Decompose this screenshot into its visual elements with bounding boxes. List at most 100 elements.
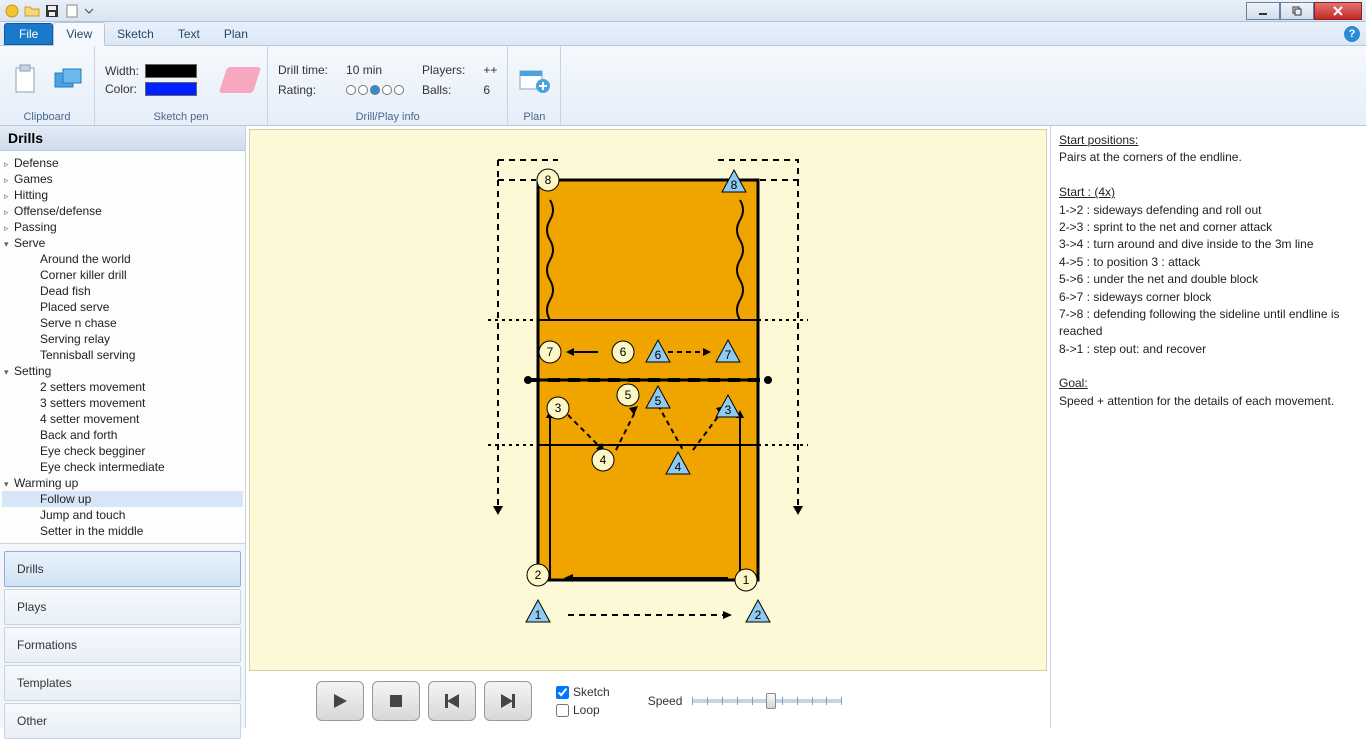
marker-circle-3: 3 — [547, 397, 569, 419]
tree-leaf[interactable]: Back and forth — [2, 427, 243, 443]
tab-plan[interactable]: Plan — [212, 23, 260, 45]
desc-p1: Pairs at the corners of the endline. — [1059, 149, 1358, 166]
play-button[interactable] — [316, 681, 364, 721]
tree-leaf[interactable]: Eye check begginer — [2, 443, 243, 459]
tree-leaf[interactable]: Dead fish — [2, 283, 243, 299]
minimize-button[interactable] — [1246, 2, 1280, 20]
close-button[interactable] — [1314, 2, 1362, 20]
tree-node[interactable]: Warming up — [2, 475, 243, 491]
tree-node[interactable]: Hitting — [2, 187, 243, 203]
rating-control[interactable] — [346, 85, 404, 95]
svg-text:7: 7 — [725, 348, 732, 362]
pen-width-selector[interactable] — [145, 64, 197, 78]
pen-width-label: Width: — [105, 64, 139, 78]
svg-text:6: 6 — [655, 348, 662, 362]
tree-leaf[interactable]: 2 setters movement — [2, 379, 243, 395]
tab-view[interactable]: View — [53, 22, 105, 46]
help-icon[interactable]: ? — [1344, 26, 1360, 42]
svg-text:8: 8 — [545, 173, 552, 187]
marker-circle-6: 6 — [612, 341, 634, 363]
drill-canvas[interactable]: 8 7 6 5 3 4 2 1 8 7 6 5 3 4 1 — [249, 129, 1047, 671]
tree-leaf[interactable]: Eye check intermediate — [2, 459, 243, 475]
new-icon[interactable] — [64, 3, 80, 19]
desc-line: 1->2 : sideways defending and roll out — [1059, 202, 1358, 219]
svg-text:8: 8 — [731, 178, 738, 192]
marker-circle-2: 2 — [527, 564, 549, 586]
plan-icon[interactable] — [518, 64, 550, 96]
group-plan-label: Plan — [523, 109, 545, 123]
tree-leaf[interactable]: Setter in the middle — [2, 523, 243, 539]
marker-circle-4: 4 — [592, 449, 614, 471]
tab-text[interactable]: Text — [166, 23, 212, 45]
tree-leaf[interactable]: Corner killer drill — [2, 267, 243, 283]
speed-label: Speed — [648, 694, 683, 708]
sketch-checkbox[interactable]: Sketch — [556, 685, 610, 699]
tree-leaf[interactable]: Follow up — [2, 491, 243, 507]
svg-text:4: 4 — [600, 453, 607, 467]
drill-time-value: 10 min — [346, 63, 404, 77]
window-controls — [1246, 2, 1362, 20]
file-tab[interactable]: File — [4, 23, 53, 45]
svg-text:2: 2 — [535, 568, 542, 582]
stop-button[interactable] — [372, 681, 420, 721]
group-sketchpen-label: Sketch pen — [153, 109, 208, 123]
group-clipboard: Clipboard — [0, 46, 95, 125]
svg-text:1: 1 — [743, 573, 750, 587]
copy-icon[interactable] — [52, 64, 84, 96]
paste-icon[interactable] — [10, 64, 42, 96]
balls-value: 6 — [483, 83, 497, 97]
speed-slider[interactable] — [692, 699, 842, 703]
nav-templates[interactable]: Templates — [4, 665, 241, 701]
marker-tri-1: 1 — [526, 600, 550, 622]
tree-leaf[interactable]: Placed serve — [2, 299, 243, 315]
marker-tri-2: 2 — [746, 600, 770, 622]
center-pane: 8 7 6 5 3 4 2 1 8 7 6 5 3 4 1 — [246, 126, 1050, 728]
next-button[interactable] — [484, 681, 532, 721]
drill-time-label: Drill time: — [278, 63, 328, 77]
desc-heading-1: Start positions: — [1059, 132, 1358, 149]
tree-node[interactable]: Passing — [2, 219, 243, 235]
qat-dropdown-icon[interactable] — [84, 3, 100, 19]
players-label: Players: — [422, 63, 465, 77]
titlebar — [0, 0, 1366, 22]
tree-node[interactable]: Defense — [2, 155, 243, 171]
group-info-label: Drill/Play info — [356, 109, 420, 123]
nav-other[interactable]: Other — [4, 703, 241, 739]
nav-plays[interactable]: Plays — [4, 589, 241, 625]
pen-color-selector[interactable] — [145, 82, 197, 96]
tab-sketch[interactable]: Sketch — [105, 23, 166, 45]
nav-formations[interactable]: Formations — [4, 627, 241, 663]
playback-bar: Sketch Loop Speed — [246, 674, 1050, 728]
tree-leaf[interactable]: Around the world — [2, 251, 243, 267]
save-icon[interactable] — [44, 3, 60, 19]
svg-text:5: 5 — [625, 388, 632, 402]
main-area: Drills DefenseGamesHittingOffense/defens… — [0, 126, 1366, 728]
svg-text:6: 6 — [620, 345, 627, 359]
nav-drills[interactable]: Drills — [4, 551, 241, 587]
marker-circle-1: 1 — [735, 569, 757, 591]
desc-line: 4->5 : to position 3 : attack — [1059, 254, 1358, 271]
tree-node[interactable]: Serve — [2, 235, 243, 251]
sidebar: Drills DefenseGamesHittingOffense/defens… — [0, 126, 246, 728]
desc-line: 3->4 : turn around and dive inside to th… — [1059, 236, 1358, 253]
tree-leaf[interactable]: 4 setter movement — [2, 411, 243, 427]
ribbon-tabs: File View Sketch Text Plan ? — [0, 22, 1366, 46]
maximize-button[interactable] — [1280, 2, 1314, 20]
loop-checkbox[interactable]: Loop — [556, 703, 610, 717]
ribbon: Clipboard Width: Color: Sketch pen Drill… — [0, 46, 1366, 126]
eraser-icon[interactable] — [219, 67, 261, 93]
tree-leaf[interactable]: Serve n chase — [2, 315, 243, 331]
tree-leaf[interactable]: Serving relay — [2, 331, 243, 347]
tree-node[interactable]: Offense/defense — [2, 203, 243, 219]
tree-leaf[interactable]: Jump and touch — [2, 507, 243, 523]
prev-button[interactable] — [428, 681, 476, 721]
folder-icon[interactable] — [24, 3, 40, 19]
drill-tree[interactable]: DefenseGamesHittingOffense/defensePassin… — [0, 151, 245, 544]
tree-node[interactable]: Setting — [2, 363, 243, 379]
tree-node[interactable]: Games — [2, 171, 243, 187]
sidebar-nav: DrillsPlaysFormationsTemplatesOther — [0, 550, 245, 740]
group-sketch-pen: Width: Color: Sketch pen — [95, 46, 268, 125]
tree-leaf[interactable]: Tennisball serving — [2, 347, 243, 363]
tree-leaf[interactable]: 3 setters movement — [2, 395, 243, 411]
players-value: ++ — [483, 63, 497, 77]
